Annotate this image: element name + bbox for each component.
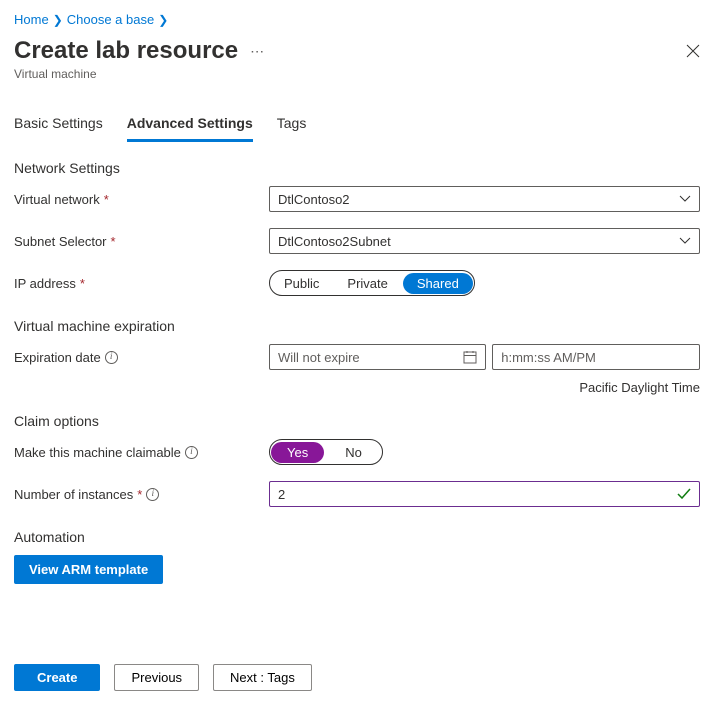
ip-shared-option[interactable]: Shared bbox=[403, 273, 473, 294]
info-icon[interactable]: i bbox=[185, 446, 198, 459]
instances-value: 2 bbox=[278, 487, 285, 502]
footer-actions: Create Previous Next : Tags bbox=[14, 664, 700, 691]
page-subtitle: Virtual machine bbox=[14, 67, 700, 81]
chevron-right-icon: ❯ bbox=[53, 13, 63, 27]
close-icon[interactable] bbox=[686, 44, 700, 58]
virtual-network-value: DtlContoso2 bbox=[278, 192, 350, 207]
breadcrumb-choose-base[interactable]: Choose a base bbox=[67, 12, 154, 27]
automation-header: Automation bbox=[14, 529, 700, 545]
virtual-network-select[interactable]: DtlContoso2 bbox=[269, 186, 700, 212]
subnet-selector-value: DtlContoso2Subnet bbox=[278, 234, 391, 249]
claimable-no[interactable]: No bbox=[325, 442, 382, 463]
claimable-yes[interactable]: Yes bbox=[271, 442, 324, 463]
tabs: Basic Settings Advanced Settings Tags bbox=[14, 109, 700, 142]
timezone-label: Pacific Daylight Time bbox=[14, 380, 700, 395]
claim-options-header: Claim options bbox=[14, 413, 700, 429]
subnet-selector-select[interactable]: DtlContoso2Subnet bbox=[269, 228, 700, 254]
breadcrumb-home[interactable]: Home bbox=[14, 12, 49, 27]
chevron-down-icon bbox=[679, 237, 691, 245]
ip-private-option[interactable]: Private bbox=[333, 273, 401, 294]
virtual-network-label: Virtual network * bbox=[14, 192, 269, 207]
claimable-toggle: Yes No bbox=[269, 439, 383, 465]
info-icon[interactable]: i bbox=[105, 351, 118, 364]
tab-basic-settings[interactable]: Basic Settings bbox=[14, 109, 103, 142]
breadcrumb: Home ❯ Choose a base ❯ bbox=[14, 12, 700, 27]
chevron-down-icon bbox=[679, 195, 691, 203]
info-icon[interactable]: i bbox=[146, 488, 159, 501]
ip-address-toggle: Public Private Shared bbox=[269, 270, 475, 296]
expiration-date-placeholder: Will not expire bbox=[278, 350, 360, 365]
expiration-time-input[interactable]: h:mm:ss AM/PM bbox=[492, 344, 700, 370]
chevron-right-icon: ❯ bbox=[158, 13, 168, 27]
next-tags-button[interactable]: Next : Tags bbox=[213, 664, 312, 691]
previous-button[interactable]: Previous bbox=[114, 664, 199, 691]
expiration-time-placeholder: h:mm:ss AM/PM bbox=[501, 350, 596, 365]
tab-advanced-settings[interactable]: Advanced Settings bbox=[127, 109, 253, 142]
vm-expiration-header: Virtual machine expiration bbox=[14, 318, 700, 334]
create-button[interactable]: Create bbox=[14, 664, 100, 691]
tab-tags[interactable]: Tags bbox=[277, 109, 307, 142]
ip-public-option[interactable]: Public bbox=[270, 273, 333, 294]
subnet-selector-label: Subnet Selector * bbox=[14, 234, 269, 249]
expiration-date-label: Expiration date i bbox=[14, 350, 269, 365]
calendar-icon bbox=[463, 350, 477, 364]
expiration-date-input[interactable]: Will not expire bbox=[269, 344, 486, 370]
instances-input[interactable]: 2 bbox=[269, 481, 700, 507]
more-icon[interactable]: ⋯ bbox=[250, 44, 264, 58]
network-settings-header: Network Settings bbox=[14, 160, 700, 176]
page-title: Create lab resource bbox=[14, 37, 238, 65]
check-icon bbox=[677, 488, 691, 500]
instances-label: Number of instances * i bbox=[14, 487, 269, 502]
claimable-label: Make this machine claimable i bbox=[14, 445, 269, 460]
ip-address-label: IP address * bbox=[14, 276, 269, 291]
view-arm-template-button[interactable]: View ARM template bbox=[14, 555, 163, 584]
